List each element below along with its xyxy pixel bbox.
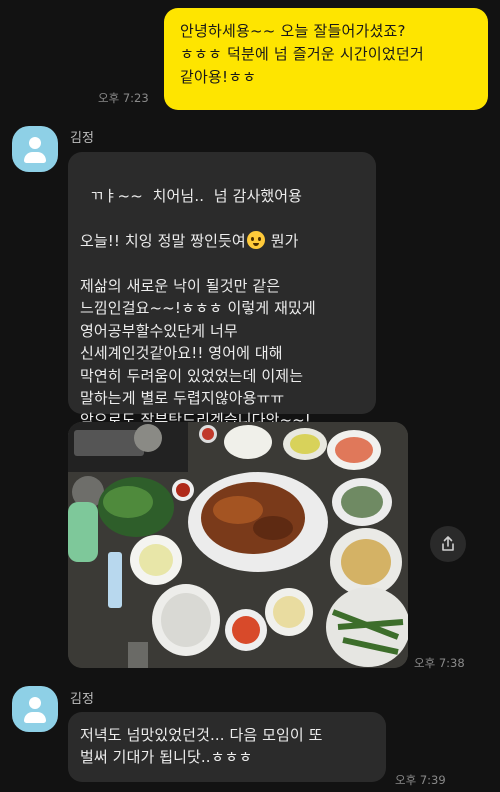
sender-name: 김정: [70, 692, 94, 707]
avatar-icon[interactable]: [12, 126, 58, 172]
pleading-face-emoji: [246, 231, 265, 250]
outgoing-message-bubble[interactable]: 안녕하세용~~ 오늘 잘들어가셨죠? ㅎㅎㅎ 덕분에 넘 즐거운 시간이었던거 …: [164, 8, 488, 110]
incoming-message-bubble[interactable]: 저녁도 넘맛있었던것... 다음 모임이 또 벌써 기대가 됩니닷..ㅎㅎㅎ: [68, 712, 386, 782]
share-icon: [442, 536, 454, 551]
food-photo[interactable]: [68, 422, 408, 668]
message-text-line: ㄲㅑ~~ 치어님.. 넘 감사했어용: [89, 187, 303, 206]
food-photo-image: [68, 422, 408, 668]
share-button[interactable]: [430, 526, 466, 562]
message-timestamp: 오후 7:38: [414, 656, 465, 670]
incoming-message-bubble[interactable]: ㄲㅑ~~ 치어님.. 넘 감사했어용 오늘!! 치잉 정말 짱인듯여 뭔가 제삶…: [68, 152, 376, 477]
sender-name: 김정: [70, 131, 94, 146]
message-timestamp: 오후 7:23: [98, 91, 149, 105]
avatar-icon[interactable]: [12, 686, 58, 732]
message-text-line: 오늘!! 치잉 정말 짱인듯여: [80, 232, 246, 251]
message-text-line: 뭔가: [265, 232, 299, 251]
message-timestamp: 오후 7:39: [395, 773, 446, 787]
message-text-body: 제삶의 새로운 낙이 될것만 같은 느낌인걸요~~!ㅎㅎㅎ 이렇게 재밌게 영어…: [80, 277, 316, 430]
